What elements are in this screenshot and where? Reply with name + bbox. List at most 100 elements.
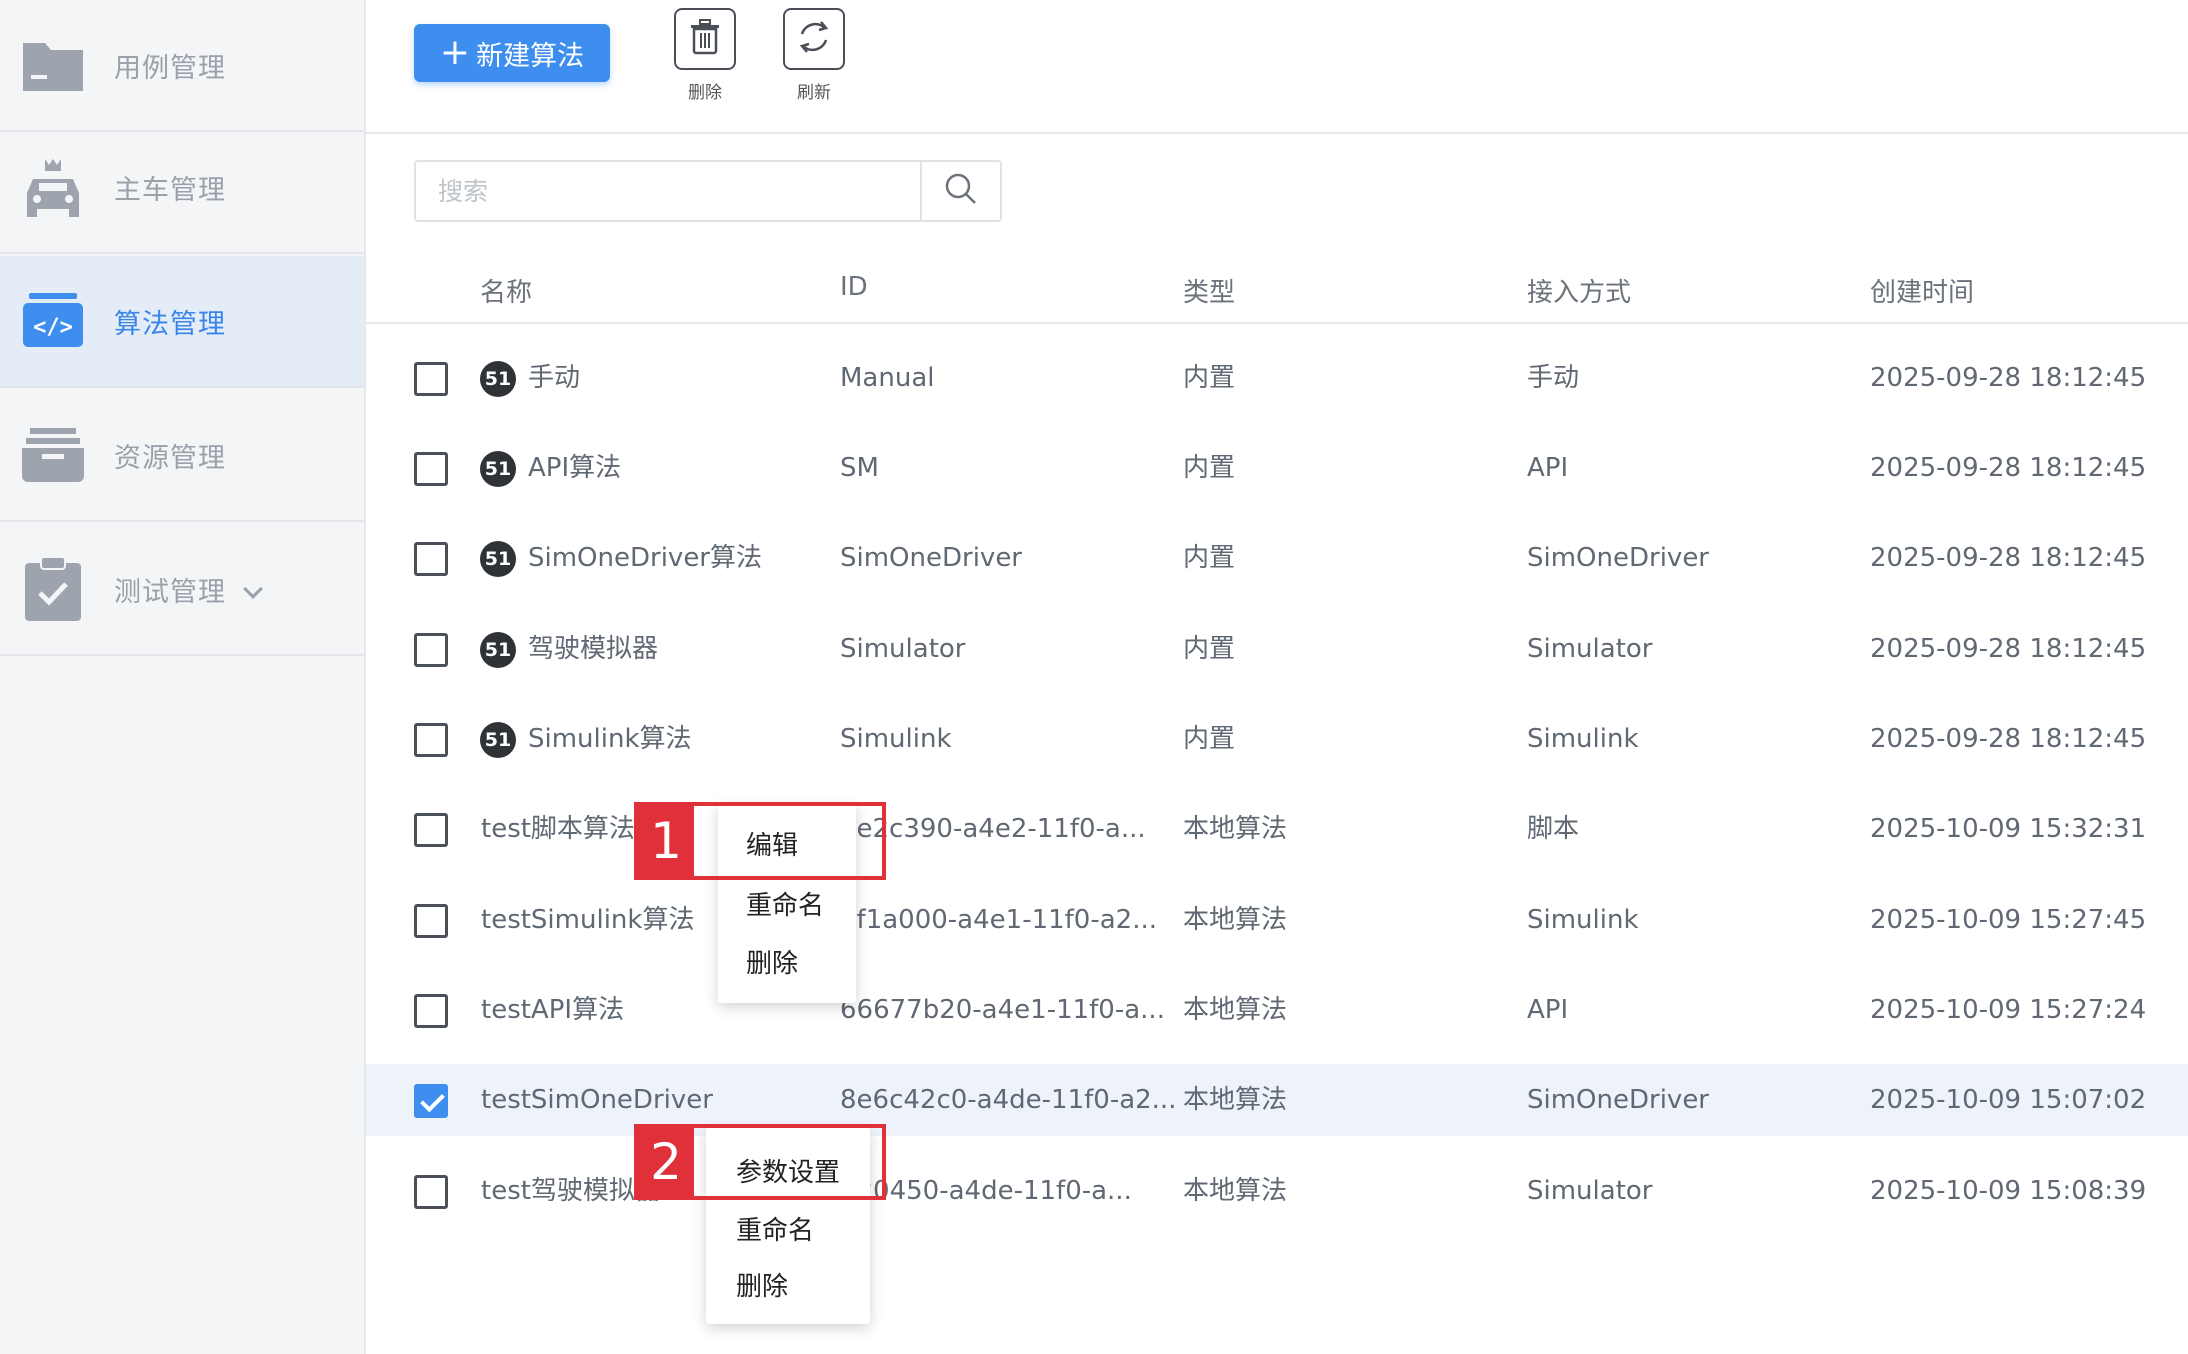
- new-algorithm-button[interactable]: + 新建算法: [414, 24, 610, 82]
- row-checkbox[interactable]: [414, 362, 448, 396]
- code-icon: </>: [20, 288, 86, 354]
- cell-name: 驾驶模拟器: [528, 634, 659, 664]
- cell-type: 本地算法: [1183, 995, 1288, 1025]
- cell-created: 2025-09-28 18:12:45: [1870, 724, 2147, 754]
- cell-access: API: [1527, 995, 1569, 1025]
- table-row[interactable]: testSimulink算法 2f1a000-a4e1-11f0-a2... 本…: [366, 884, 2188, 956]
- column-header-type[interactable]: 类型: [1183, 272, 1235, 309]
- builtin-badge-icon: 51: [480, 451, 516, 487]
- table-row[interactable]: 51 手动 Manual 内置 手动 2025-09-28 18:12:45: [366, 342, 2188, 414]
- cell-created: 2025-10-09 15:07:02: [1870, 1085, 2147, 1115]
- sidebar-item-vehicle-management[interactable]: 主车管理: [0, 122, 364, 254]
- cell-id: SimOneDriver: [840, 543, 1022, 573]
- cell-access: Simulink: [1527, 905, 1639, 935]
- cell-type: 本地算法: [1183, 814, 1288, 844]
- cell-id: 66677b20-a4e1-11f0-a...: [840, 995, 1165, 1025]
- sidebar-item-resource-management[interactable]: 资源管理: [0, 390, 364, 522]
- table-row[interactable]: testAPI算法 66677b20-a4e1-11f0-a... 本地算法 A…: [366, 974, 2188, 1046]
- plus-icon: +: [439, 32, 471, 73]
- search-icon: [944, 172, 978, 210]
- sidebar-item-algorithm-management[interactable]: </> 算法管理: [0, 256, 364, 388]
- archive-icon: [20, 422, 86, 488]
- cell-created: 2025-09-28 18:12:45: [1870, 634, 2147, 664]
- cell-access: Simulator: [1527, 1176, 1653, 1206]
- sidebar-item-case-management[interactable]: 用例管理: [0, 0, 364, 132]
- row-checkbox[interactable]: [414, 1175, 448, 1209]
- toolbar: + 新建算法 删除 刷新: [366, 0, 2188, 134]
- cell-type: 本地算法: [1183, 905, 1288, 935]
- sidebar-item-label: 用例管理: [114, 52, 226, 84]
- cell-access: SimOneDriver: [1527, 543, 1709, 573]
- column-header-created[interactable]: 创建时间: [1870, 272, 1974, 309]
- builtin-badge-icon: 51: [480, 361, 516, 397]
- row-checkbox[interactable]: [414, 542, 448, 576]
- refresh-label: 刷新: [797, 83, 831, 103]
- cell-access: 手动: [1527, 363, 1580, 393]
- table-row[interactable]: 51 API算法 SM 内置 API 2025-09-28 18:12:45: [366, 432, 2188, 504]
- row-checkbox[interactable]: [414, 633, 448, 667]
- row-checkbox[interactable]: [414, 452, 448, 486]
- sidebar-item-label: 算法管理: [114, 308, 226, 340]
- delete-button[interactable]: [674, 8, 736, 70]
- callout-box-2: 2: [634, 1124, 886, 1200]
- cell-type: 本地算法: [1183, 1085, 1288, 1115]
- row-checkbox[interactable]: [414, 723, 448, 757]
- search-button[interactable]: [920, 162, 1000, 220]
- row-checkbox[interactable]: [414, 1084, 448, 1118]
- cell-type: 内置: [1183, 543, 1236, 573]
- cell-access: 脚本: [1527, 814, 1580, 844]
- search-box: [414, 160, 1002, 222]
- cell-created: 2025-10-09 15:27:24: [1870, 995, 2147, 1025]
- cell-access: SimOneDriver: [1527, 1085, 1709, 1115]
- cell-name: test脚本算法: [481, 814, 635, 844]
- cell-name: testSimulink算法: [481, 905, 695, 935]
- sidebar-item-label: 主车管理: [114, 174, 226, 206]
- cell-id: Simulink: [840, 724, 952, 754]
- chevron-down-icon[interactable]: [243, 579, 263, 599]
- new-algorithm-label: 新建算法: [476, 40, 585, 72]
- cell-access: API: [1527, 453, 1569, 483]
- cell-name: SimOneDriver算法: [528, 543, 763, 573]
- row-checkbox[interactable]: [414, 994, 448, 1028]
- cell-name: testAPI算法: [481, 995, 625, 1025]
- delete-label: 删除: [688, 83, 722, 103]
- table-header-divider: [366, 322, 2188, 324]
- cell-id: Manual: [840, 363, 935, 393]
- cell-created: 2025-09-28 18:12:45: [1870, 543, 2147, 573]
- table-row[interactable]: 51 驾驶模拟器 Simulator 内置 Simulator 2025-09-…: [366, 613, 2188, 685]
- cell-type: 内置: [1183, 634, 1236, 664]
- callout-number: 1: [638, 806, 694, 876]
- menu-item-rename[interactable]: 重命名: [706, 1210, 870, 1247]
- builtin-badge-icon: 51: [480, 632, 516, 668]
- column-header-id[interactable]: ID: [840, 272, 868, 302]
- cell-type: 内置: [1183, 363, 1236, 393]
- builtin-badge-icon: 51: [480, 541, 516, 577]
- cell-type: 内置: [1183, 724, 1236, 754]
- table-row[interactable]: 51 Simulink算法 Simulink 内置 Simulink 2025-…: [366, 703, 2188, 775]
- search-input[interactable]: [416, 162, 920, 220]
- row-checkbox[interactable]: [414, 813, 448, 847]
- svg-text:</>: </>: [33, 315, 73, 340]
- cell-name: 手动: [528, 363, 581, 393]
- menu-item-rename[interactable]: 重命名: [718, 885, 856, 922]
- table-row[interactable]: 51 SimOneDriver算法 SimOneDriver 内置 SimOne…: [366, 522, 2188, 594]
- cell-created: 2025-10-09 15:08:39: [1870, 1176, 2147, 1206]
- cell-created: 2025-09-28 18:12:45: [1870, 363, 2147, 393]
- cell-created: 2025-10-09 15:27:45: [1870, 905, 2147, 935]
- cell-type: 内置: [1183, 453, 1236, 483]
- sidebar-item-test-management[interactable]: 测试管理: [0, 524, 364, 656]
- column-header-access[interactable]: 接入方式: [1527, 272, 1631, 309]
- column-header-name[interactable]: 名称: [480, 272, 532, 309]
- row-checkbox[interactable]: [414, 904, 448, 938]
- cell-id: Simulator: [840, 634, 966, 664]
- cell-access: Simulink: [1527, 724, 1639, 754]
- refresh-button[interactable]: [783, 8, 845, 70]
- menu-item-delete[interactable]: 删除: [718, 943, 856, 980]
- cell-access: Simulator: [1527, 634, 1653, 664]
- folder-icon: [20, 32, 86, 98]
- cell-id: SM: [840, 453, 879, 483]
- sidebar-item-label: 测试管理: [114, 576, 226, 608]
- cell-created: 2025-09-28 18:12:45: [1870, 453, 2147, 483]
- cell-name: API算法: [528, 453, 622, 483]
- menu-item-delete[interactable]: 删除: [706, 1266, 870, 1303]
